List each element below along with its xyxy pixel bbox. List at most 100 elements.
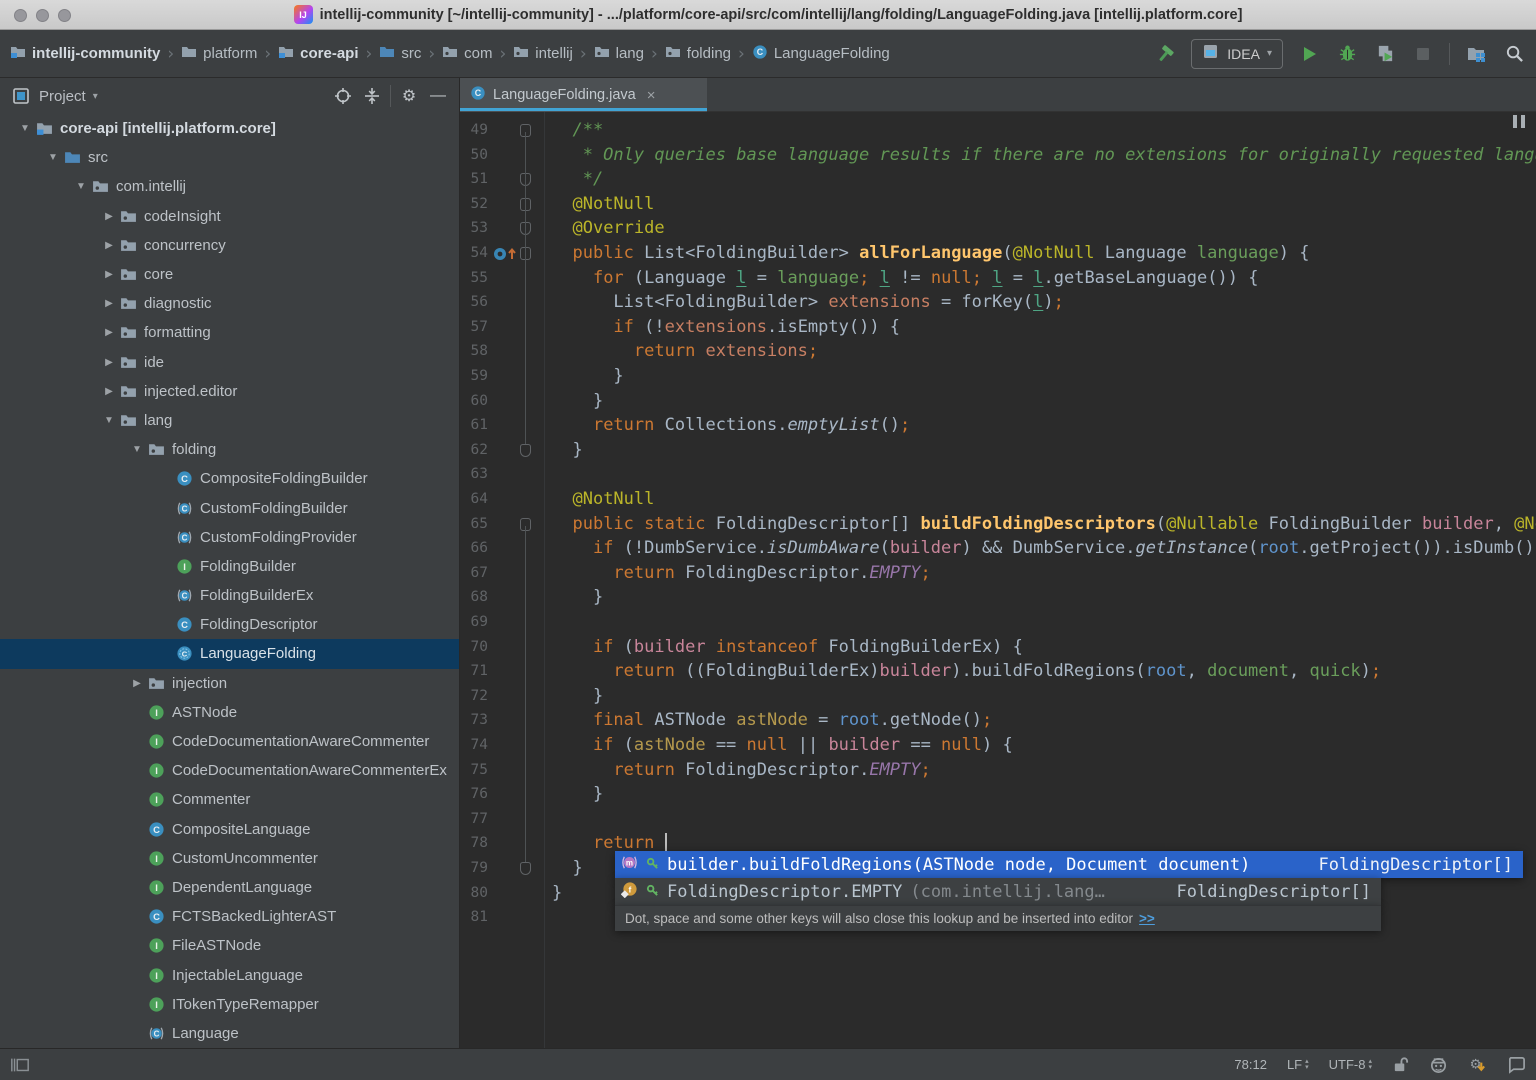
encoding-widget[interactable]: UTF-8 ▴ ▾	[1329, 1057, 1372, 1072]
code-line-66[interactable]: 66 if (!DumbService.isDumbAware(builder)…	[460, 536, 1536, 561]
code-line-49[interactable]: 49 /**	[460, 118, 1536, 143]
update-available-icon[interactable]: ⚙	[1468, 1055, 1487, 1074]
line-number[interactable]: 73	[464, 708, 488, 733]
minimize-window-button[interactable]	[36, 9, 49, 22]
code-line-61[interactable]: 61 return Collections.emptyList();	[460, 413, 1536, 438]
build-hammer-icon[interactable]	[1153, 42, 1177, 66]
tree-item-injection[interactable]: ▶ injection	[0, 669, 459, 698]
tree-item-codedocumentationawarecommenter[interactable]: I CodeDocumentationAwareCommenter	[0, 727, 459, 756]
run-with-coverage-button[interactable]	[1373, 42, 1397, 66]
tree-item-formatting[interactable]: ▶ formatting	[0, 318, 459, 347]
line-number[interactable]: 77	[464, 807, 488, 832]
breadcrumb-item-languagefolding[interactable]: C LanguageFolding	[752, 44, 890, 64]
tree-item-compositefoldingbuilder[interactable]: C CompositeFoldingBuilder	[0, 464, 459, 493]
chevron-right-icon[interactable]: ▶	[98, 357, 120, 368]
project-panel-title[interactable]: Project	[39, 88, 86, 105]
code-line-75[interactable]: 75 return FoldingDescriptor.EMPTY;	[460, 758, 1536, 783]
tree-item-foldingbuilderex[interactable]: C FoldingBuilderEx	[0, 581, 459, 610]
line-number[interactable]: 59	[464, 364, 488, 389]
toolwindow-toggle-icon[interactable]	[10, 1056, 30, 1074]
breadcrumb-item-com[interactable]: com	[442, 44, 492, 64]
tree-item-dependentlanguage[interactable]: I DependentLanguage	[0, 873, 459, 902]
line-number[interactable]: 66	[464, 536, 488, 561]
code-line-52[interactable]: 52 @NotNull	[460, 192, 1536, 217]
code-line-55[interactable]: 55 for (Language l = language; l != null…	[460, 266, 1536, 291]
fold-marker-icon[interactable]	[520, 443, 531, 457]
lock-icon[interactable]	[1392, 1056, 1409, 1073]
code-line-58[interactable]: 58 return extensions;	[460, 339, 1536, 364]
line-number[interactable]: 62	[464, 438, 488, 463]
code-line-69[interactable]: 69	[460, 610, 1536, 635]
fold-marker-icon[interactable]	[520, 862, 531, 875]
code-line-63[interactable]: 63	[460, 462, 1536, 487]
code-line-73[interactable]: 73 final ASTNode astNode = root.getNode(…	[460, 708, 1536, 733]
stop-button[interactable]	[1411, 42, 1435, 66]
chevron-right-icon[interactable]: ▶	[98, 211, 120, 222]
line-number[interactable]: 63	[464, 462, 488, 487]
close-icon[interactable]: ×	[647, 87, 656, 104]
tree-item-core[interactable]: ▶ core	[0, 260, 459, 289]
chevron-right-icon[interactable]: ▶	[98, 269, 120, 280]
breadcrumb-item-folding[interactable]: folding	[665, 44, 731, 64]
hide-panel-button[interactable]: —	[427, 85, 449, 107]
line-number[interactable]: 61	[464, 413, 488, 438]
tree-item-itokentyperemapper[interactable]: I ITokenTypeRemapper	[0, 990, 459, 1019]
line-number[interactable]: 60	[464, 389, 488, 414]
breadcrumb-item-lang[interactable]: lang	[594, 44, 644, 64]
line-number[interactable]: 75	[464, 758, 488, 783]
tree-item-customfoldingprovider[interactable]: C CustomFoldingProvider	[0, 523, 459, 552]
chevron-down-icon[interactable]: ▼	[126, 444, 148, 455]
tree-item-lang[interactable]: ▼ lang	[0, 406, 459, 435]
line-number[interactable]: 65	[464, 512, 488, 537]
line-number[interactable]: 74	[464, 733, 488, 758]
tree-item-concurrency[interactable]: ▶ concurrency	[0, 231, 459, 260]
completion-item-buildfoldregions[interactable]: m builder.buildFoldRegions(ASTNode node,…	[615, 851, 1523, 878]
overrides-method-gutter-icon[interactable]	[492, 245, 518, 261]
code-editor[interactable]: m builder.buildFoldRegions(ASTNode node,…	[460, 112, 1536, 1048]
tree-item-injected.editor[interactable]: ▶ injected.editor	[0, 377, 459, 406]
chevron-right-icon[interactable]: ▶	[98, 327, 120, 338]
tab-languagefolding-java[interactable]: C LanguageFolding.java ×	[460, 78, 707, 112]
line-number[interactable]: 50	[464, 143, 488, 168]
tree-item-foldingdescriptor[interactable]: C FoldingDescriptor	[0, 610, 459, 639]
line-number[interactable]: 56	[464, 290, 488, 315]
caret-position-widget[interactable]: 78:12	[1234, 1057, 1267, 1072]
code-line-74[interactable]: 74 if (astNode == null || builder == nul…	[460, 733, 1536, 758]
breadcrumb-item-intellij[interactable]: intellij	[513, 44, 573, 64]
tree-item-diagnostic[interactable]: ▶ diagnostic	[0, 289, 459, 318]
code-line-64[interactable]: 64 @NotNull	[460, 487, 1536, 512]
code-line-68[interactable]: 68 }	[460, 585, 1536, 610]
chevron-right-icon[interactable]: ▶	[126, 678, 148, 689]
run-button[interactable]	[1297, 42, 1321, 66]
tree-item-com.intellij[interactable]: ▼ com.intellij	[0, 172, 459, 201]
line-number[interactable]: 64	[464, 487, 488, 512]
code-line-57[interactable]: 57 if (!extensions.isEmpty()) {	[460, 315, 1536, 340]
tree-item-languagefolding[interactable]: C LanguageFolding	[0, 639, 459, 669]
code-line-59[interactable]: 59 }	[460, 364, 1536, 389]
line-number[interactable]: 69	[464, 610, 488, 635]
tree-item-ide[interactable]: ▶ ide	[0, 348, 459, 377]
chevron-right-icon[interactable]: ▶	[98, 386, 120, 397]
code-line-77[interactable]: 77	[460, 807, 1536, 832]
tree-item-foldingbuilder[interactable]: I FoldingBuilder	[0, 552, 459, 581]
line-number[interactable]: 57	[464, 315, 488, 340]
breadcrumb-item-intellij-community[interactable]: intellij-community	[10, 44, 160, 64]
line-number[interactable]: 68	[464, 585, 488, 610]
chevron-down-icon[interactable]: ▼	[14, 123, 36, 134]
panel-settings-gear-icon[interactable]: ⚙	[398, 85, 420, 107]
code-line-50[interactable]: 50 * Only queries base language results …	[460, 143, 1536, 168]
zoom-window-button[interactable]	[58, 9, 71, 22]
line-number[interactable]: 53	[464, 216, 488, 241]
tree-item-customuncommenter[interactable]: I CustomUncommenter	[0, 844, 459, 873]
tree-item-commenter[interactable]: I Commenter	[0, 785, 459, 814]
line-number[interactable]: 81	[464, 905, 488, 930]
chevron-down-icon[interactable]: ▼	[70, 181, 92, 192]
debug-button[interactable]	[1335, 42, 1359, 66]
breadcrumb-item-platform[interactable]: platform	[181, 44, 257, 64]
code-line-71[interactable]: 71 return ((FoldingBuilderEx)builder).bu…	[460, 659, 1536, 684]
breadcrumb-item-src[interactable]: src	[379, 44, 421, 64]
code-line-56[interactable]: 56 List<FoldingBuilder> extensions = for…	[460, 290, 1536, 315]
close-window-button[interactable]	[14, 9, 27, 22]
code-line-65[interactable]: 65 public static FoldingDescriptor[] bui…	[460, 512, 1536, 537]
tree-item-fileastnode[interactable]: I FileASTNode	[0, 931, 459, 960]
